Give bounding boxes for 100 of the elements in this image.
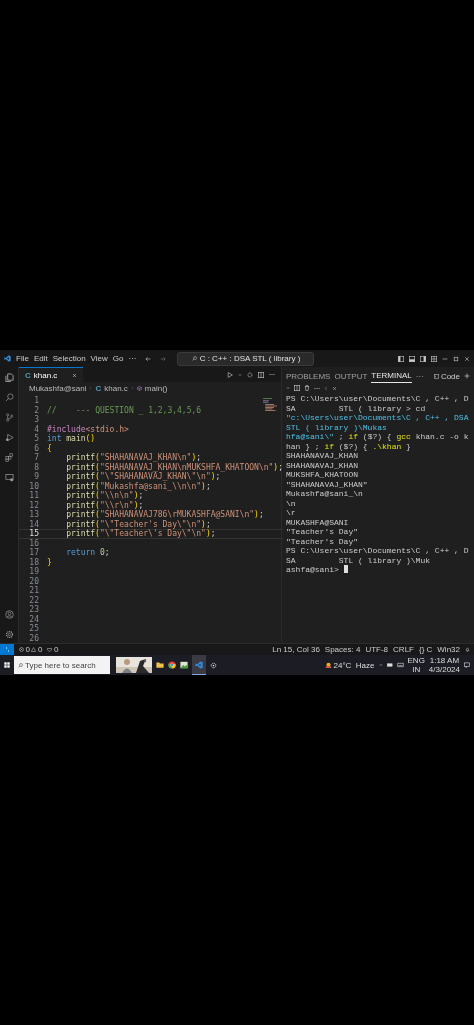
line-number: 26	[28, 633, 39, 643]
line-number: 21	[28, 586, 39, 596]
run-icon[interactable]	[227, 371, 233, 378]
more-icon[interactable]	[269, 373, 275, 376]
battery-icon[interactable]	[386, 662, 393, 668]
terminal-line: ashfa@sani>	[286, 565, 340, 574]
run-debug-icon[interactable]	[4, 433, 14, 442]
menu-item[interactable]: File	[16, 354, 29, 363]
image-app-icon[interactable]	[180, 661, 188, 669]
close-icon[interactable]	[332, 385, 337, 391]
windows-start-icon[interactable]	[4, 662, 10, 668]
status-item[interactable]: UTF-8	[365, 645, 389, 654]
ports-indicator[interactable]: 0	[47, 645, 59, 654]
layout-toggle-icon[interactable]	[420, 355, 426, 362]
more-button[interactable]: ···	[415, 369, 424, 383]
code-line: printf("SHAHANAVAJ786\rMUKASHFA@SANI\n");	[66, 510, 264, 520]
forward-arrow-icon[interactable]	[160, 355, 167, 362]
search-icon	[18, 662, 23, 668]
panel-tab[interactable]: PROBLEMS	[286, 369, 331, 383]
menu-item[interactable]: ···	[128, 354, 137, 363]
line-number: 24	[28, 614, 39, 624]
line-number: 10	[28, 481, 39, 491]
code-line: {	[47, 443, 52, 453]
line-number: 5	[33, 434, 39, 444]
vscode-taskbar-button[interactable]	[192, 655, 206, 675]
code-line: int main()	[47, 434, 96, 444]
layout-toggle-icon[interactable]	[398, 355, 404, 362]
command-center[interactable]: C : C++ : DSA STL ( library )	[177, 351, 315, 366]
terminal-icon	[433, 373, 439, 379]
bell-icon[interactable]	[465, 647, 470, 652]
vscode-logo-icon	[195, 660, 203, 669]
folder-icon[interactable]	[156, 661, 164, 669]
cube-icon	[136, 385, 142, 391]
settings-icon[interactable]	[247, 371, 253, 378]
status-item[interactable]: Ln 15, Col 36	[272, 645, 320, 654]
terminal-line: SHAHANAVAJ_KHAN	[286, 451, 358, 460]
close-icon[interactable]	[72, 372, 78, 378]
panel-tab[interactable]: TERMINAL	[371, 369, 412, 383]
line-number: 4	[33, 424, 39, 434]
maximize-icon[interactable]	[453, 355, 459, 362]
line-number: 25	[28, 624, 39, 634]
editor-tab[interactable]: C khan.c	[19, 367, 84, 382]
line-number: 18	[28, 557, 39, 567]
terminal-line: Mukashfa@sani_\n	[286, 489, 363, 498]
error-icon	[19, 647, 24, 652]
keyboard-icon[interactable]	[396, 662, 404, 668]
back-arrow-icon[interactable]	[145, 355, 152, 362]
remote-explorer-icon[interactable]	[4, 473, 14, 482]
layout-toggle-icon[interactable]	[409, 355, 415, 362]
problems-indicator[interactable]: 0 0	[19, 645, 43, 654]
code-line: // --- QUESTION _ 1,2,3,4,5,6	[47, 405, 202, 415]
line-number: 17	[28, 548, 39, 558]
status-item[interactable]: Win32	[437, 645, 460, 654]
clock[interactable]: 1:18 AM 4/3/2024	[428, 656, 460, 674]
weather-widget[interactable]: 24°C Haze	[324, 660, 375, 670]
layout-toggle-icon[interactable]	[431, 355, 437, 362]
weather-icon	[324, 661, 332, 669]
status-item[interactable]: {} C	[418, 645, 433, 654]
line-number: 15	[28, 529, 39, 539]
settings-icon[interactable]	[4, 630, 14, 639]
language-indicator[interactable]: ENG IN	[407, 656, 425, 674]
status-item[interactable]: Spaces: 4	[324, 645, 361, 654]
source-control-icon[interactable]	[4, 413, 14, 422]
terminal-selector[interactable]: Code	[433, 371, 460, 381]
code-line: printf("SHAHANAVAJ_KHAN\n");	[66, 453, 202, 463]
close-icon[interactable]	[464, 355, 470, 362]
taskbar-search-field[interactable]: Type here to search	[14, 656, 110, 674]
code-line: printf("\"Teacher\'s Day\"\n");	[66, 529, 216, 539]
terminal-line: \n	[286, 498, 296, 508]
extensions-icon[interactable]	[4, 453, 14, 462]
terminal-line: MUKSHFA_KHATOON	[286, 470, 358, 479]
more-icon[interactable]	[314, 386, 320, 390]
panel-tab[interactable]: OUTPUT	[334, 369, 368, 383]
code-line: printf("\"SHAHANAVAJ_KHAN\"\n");	[66, 472, 221, 482]
account-icon[interactable]	[4, 610, 14, 619]
explorer-icon[interactable]	[4, 373, 14, 382]
notification-icon[interactable]	[464, 662, 470, 668]
split-editor-icon[interactable]	[258, 371, 264, 378]
breadcrumb-item[interactable]: main()	[144, 383, 168, 393]
status-item[interactable]: CRLF	[393, 645, 414, 654]
terminal-line: SHAHANAVAJ_KHAN	[286, 460, 358, 470]
terminal-line: "Teacher's Day"	[286, 527, 358, 536]
terminal-line: "Teacher's Day"	[286, 536, 358, 546]
line-number: 11	[28, 491, 39, 501]
menu-item[interactable]: Edit	[33, 354, 48, 363]
breadcrumb-item[interactable]: Mukashfa@sani	[29, 383, 87, 393]
code-line: return 0;	[66, 548, 110, 558]
search-icon	[191, 356, 197, 361]
search-icon[interactable]	[4, 393, 14, 402]
line-number: 8	[33, 462, 39, 472]
line-number: 19	[28, 567, 39, 577]
menu-item[interactable]: Go	[112, 354, 124, 363]
code-line: }	[47, 557, 52, 567]
add-icon[interactable]	[464, 373, 470, 379]
split-terminal-icon[interactable]	[294, 385, 300, 391]
menu-item[interactable]: Selection	[52, 354, 86, 363]
chrome-icon[interactable]	[168, 661, 176, 669]
menu-item[interactable]: View	[90, 354, 108, 363]
breadcrumb-item[interactable]: khan.c	[104, 383, 128, 393]
trash-icon[interactable]	[304, 385, 310, 391]
